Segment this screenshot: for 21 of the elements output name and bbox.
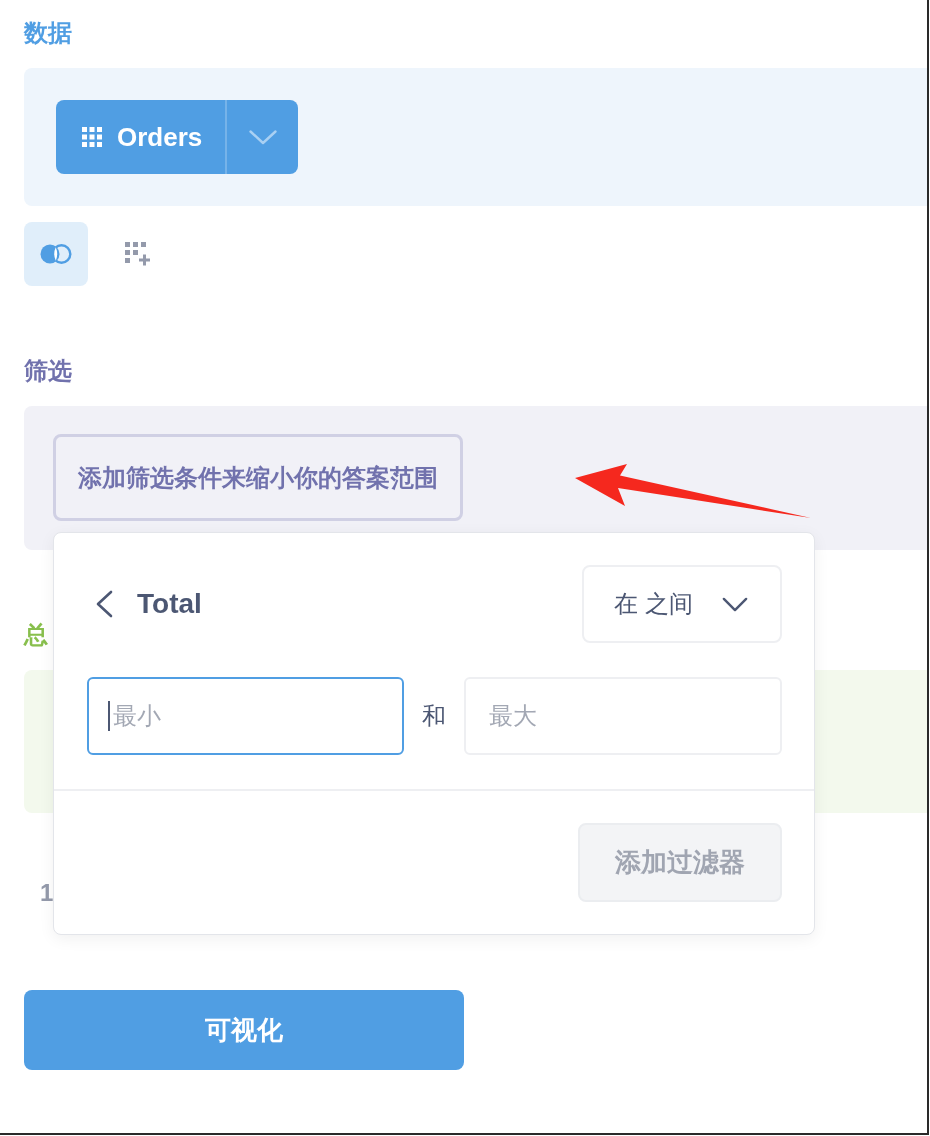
min-input[interactable]: 最小	[87, 677, 404, 755]
table-picker-button[interactable]: Orders	[56, 100, 225, 174]
section-heading: 总	[24, 620, 48, 650]
join-button[interactable]	[24, 222, 88, 286]
dropdown-button[interactable]	[225, 100, 298, 174]
grid-icon	[82, 127, 102, 147]
add-filter-prompt[interactable]: 添加筛选条件来缩小你的答案范围	[53, 434, 463, 521]
chevron-down-icon	[722, 596, 748, 612]
max-input[interactable]: 最大	[464, 677, 782, 755]
section-heading: 筛选	[24, 356, 72, 386]
joiner-label: 和	[422, 701, 446, 731]
chevron-down-icon	[248, 129, 277, 145]
overlapping-circles-icon	[40, 244, 72, 264]
back-button[interactable]: Total	[87, 584, 202, 624]
chevron-left-icon	[95, 590, 113, 618]
operator-dropdown[interactable]: 在 之间	[582, 565, 782, 643]
visualize-button[interactable]: 可视化	[24, 990, 464, 1070]
grid-plus-icon	[124, 241, 150, 267]
text-cursor-icon	[108, 701, 110, 731]
section-heading: 数据	[24, 18, 72, 48]
covered-text: 1	[40, 878, 54, 908]
